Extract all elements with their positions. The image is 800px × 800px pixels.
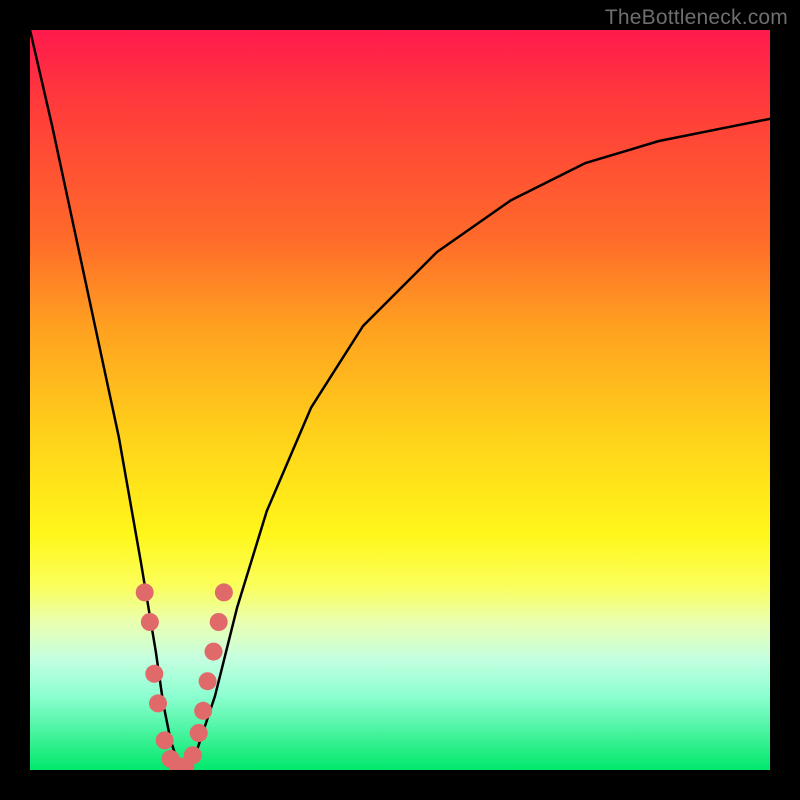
chart-frame: TheBottleneck.com [0,0,800,800]
data-marker [199,672,217,690]
data-marker [136,583,154,601]
data-marker [141,613,159,631]
data-marker [215,583,233,601]
data-marker [184,746,202,764]
bottleneck-curve [30,30,770,770]
data-marker [149,694,167,712]
data-marker [190,724,208,742]
data-marker [145,665,163,683]
bottleneck-chart [30,30,770,770]
plot-area [30,30,770,770]
data-marker [194,702,212,720]
data-marker [210,613,228,631]
watermark-text: TheBottleneck.com [605,6,788,30]
data-marker [156,731,174,749]
data-marker [205,643,223,661]
